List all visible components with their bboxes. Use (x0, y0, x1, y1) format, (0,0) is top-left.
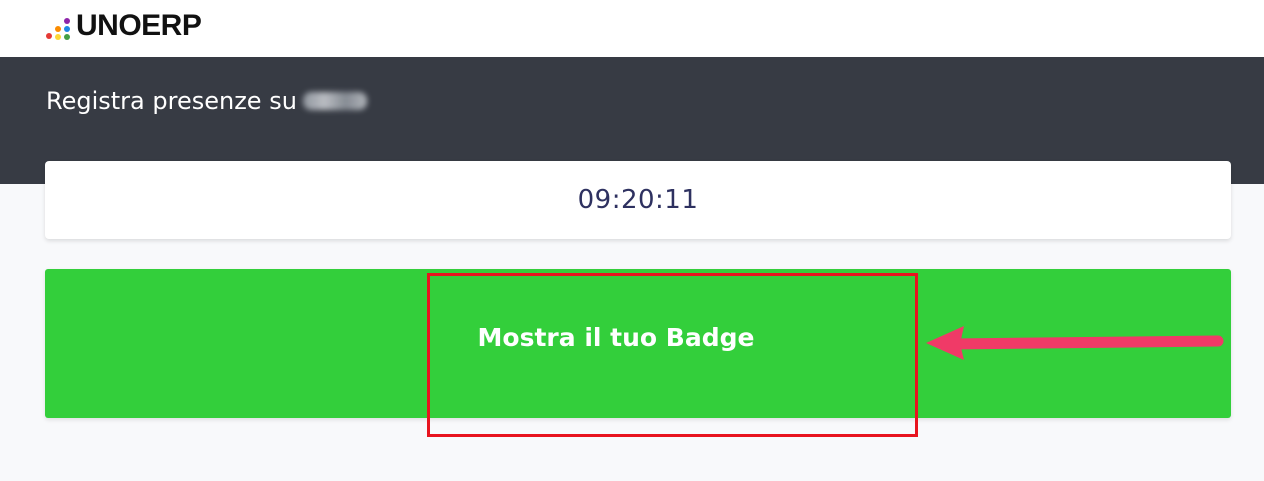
current-time: 09:20:11 (577, 185, 699, 215)
page-title-text: Registra presenze su (46, 87, 297, 115)
clock-card: 09:20:11 (45, 161, 1231, 239)
logo-text: UNOERP (76, 9, 202, 42)
logo-dots-icon (44, 11, 76, 41)
unoerp-logo[interactable]: UNOERP (44, 9, 202, 43)
show-badge-button[interactable]: Mostra il tuo Badge (45, 269, 1231, 418)
obscured-company-name (302, 92, 367, 110)
page-title: Registra presenze su (46, 87, 367, 115)
top-bar: UNOERP (0, 0, 1264, 57)
show-badge-button-label: Mostra il tuo Badge (477, 323, 755, 352)
